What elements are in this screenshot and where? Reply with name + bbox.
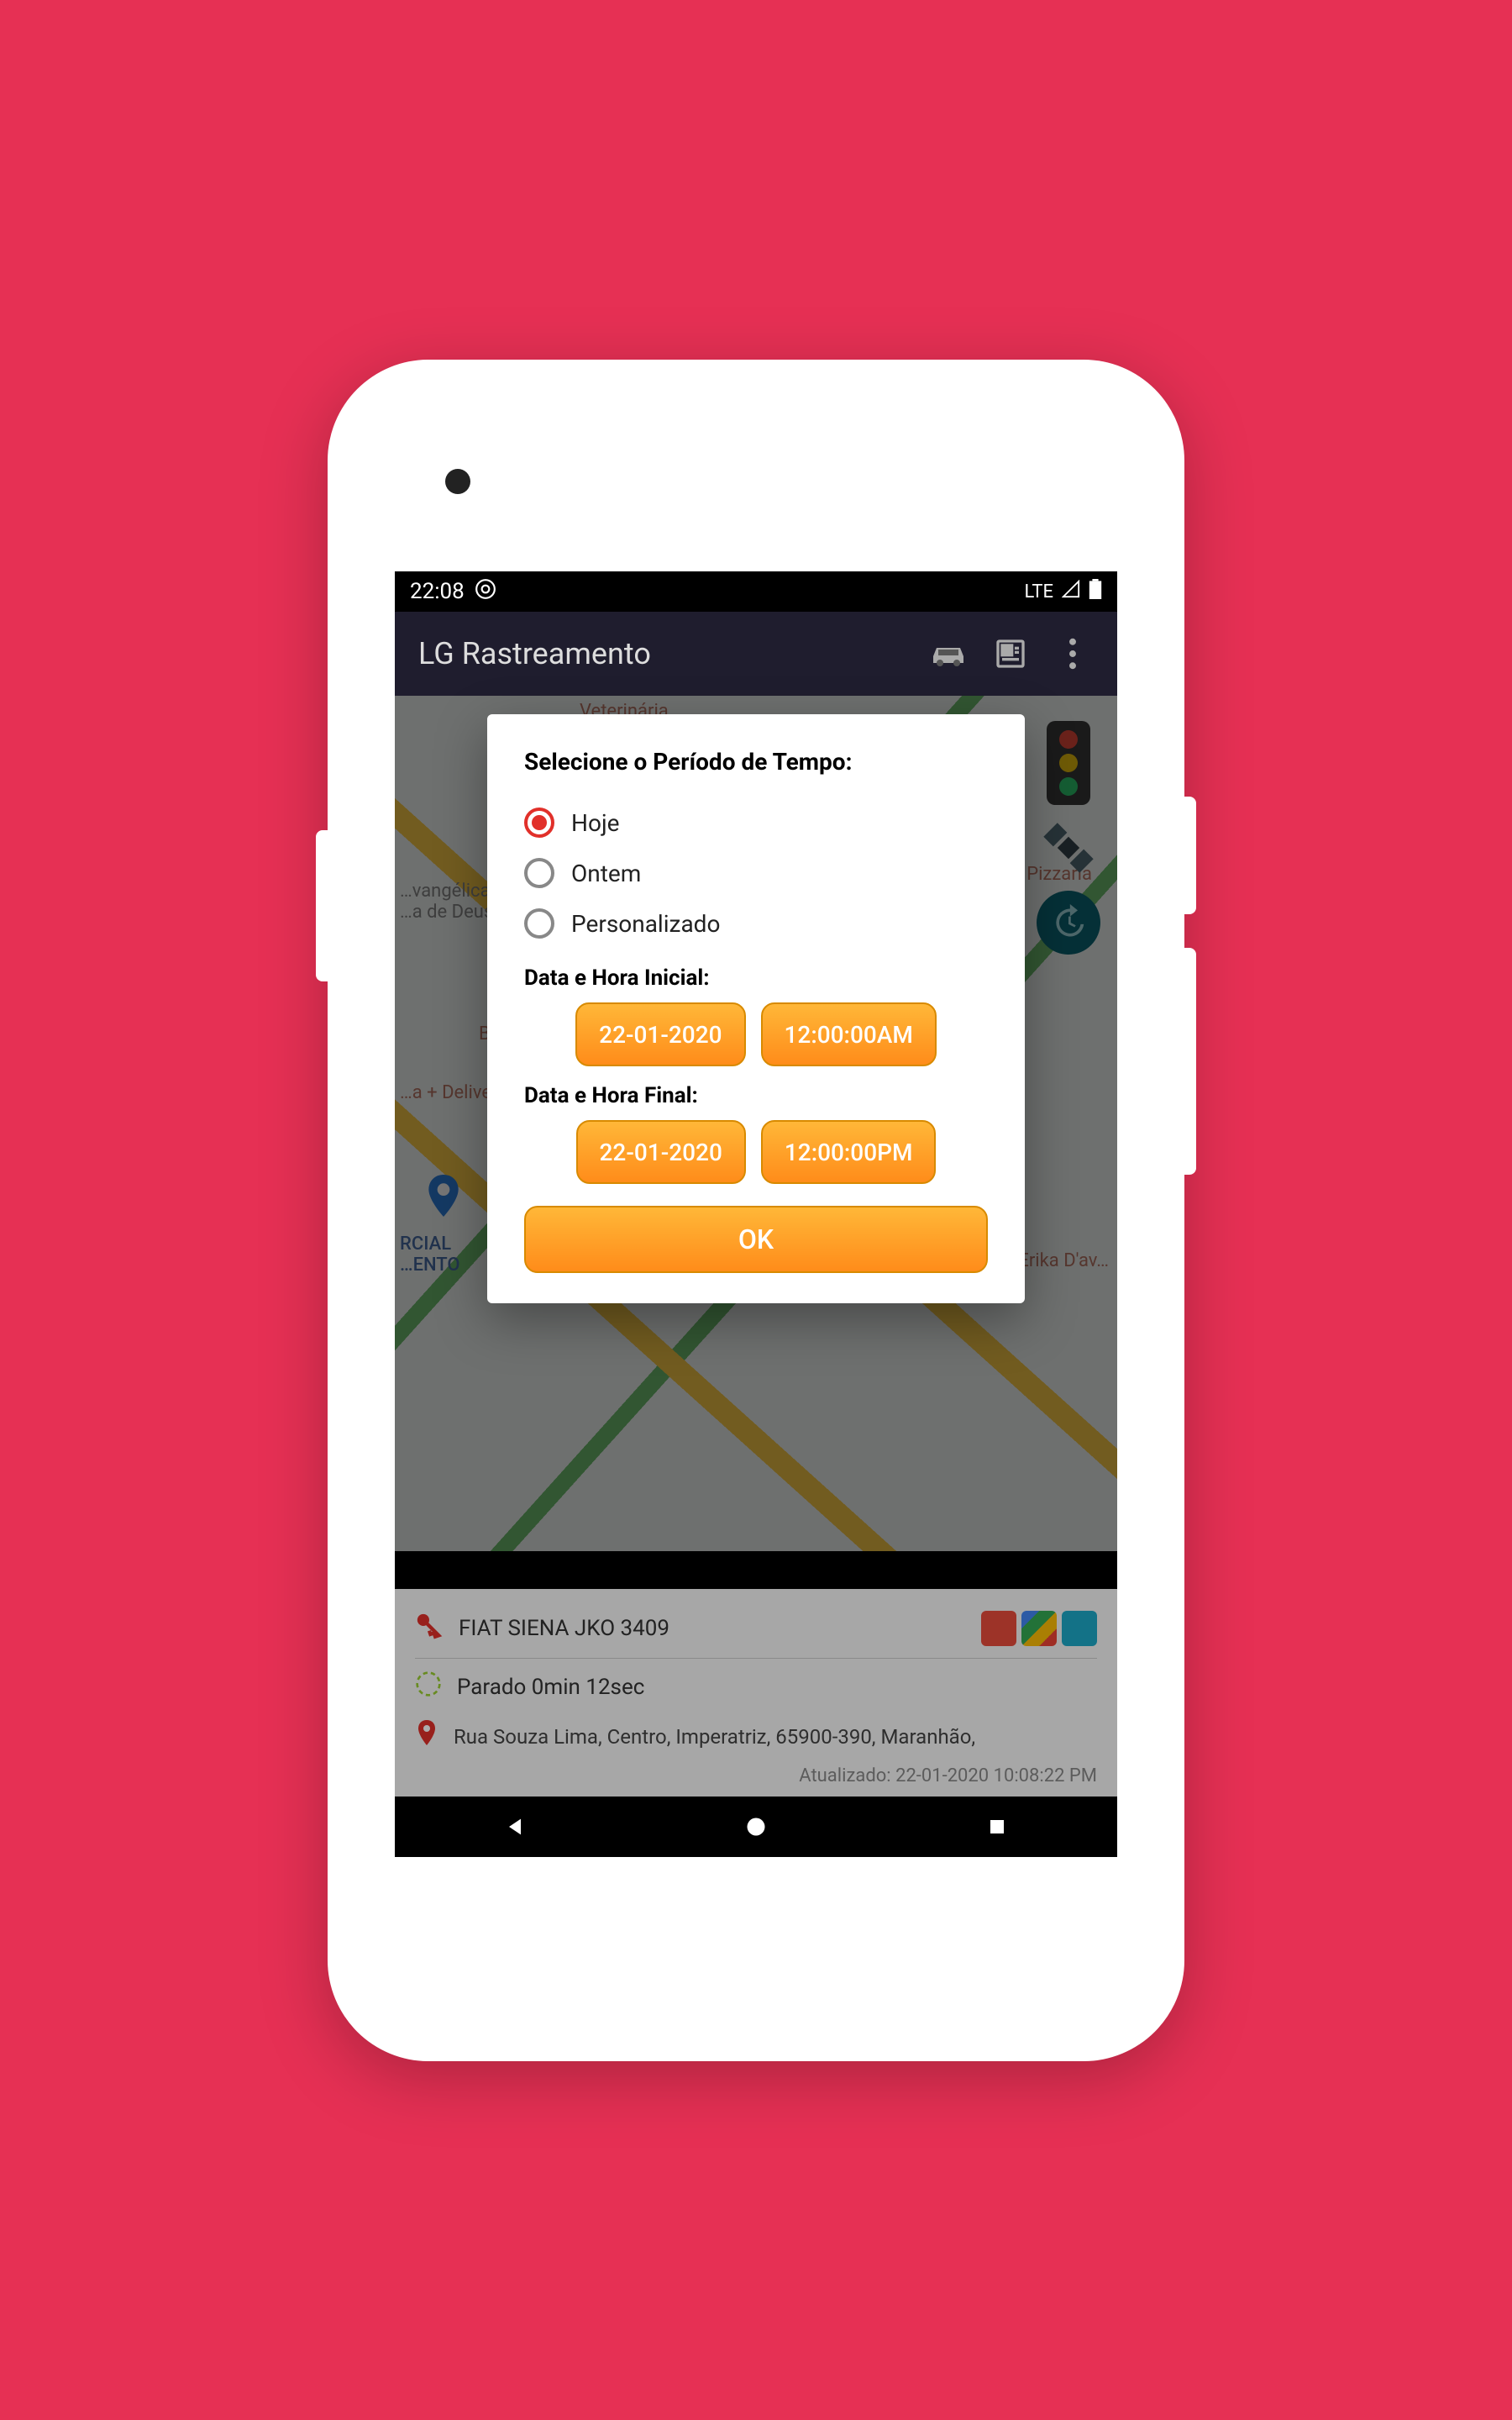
radio-icon [524,858,554,888]
radio-option-personalizado[interactable]: Personalizado [524,898,988,949]
start-datetime-label: Data e Hora Inicial: [524,965,988,991]
end-time-button[interactable]: 12:00:00PM [761,1120,937,1184]
end-date-button[interactable]: 22-01-2020 [576,1120,746,1184]
start-date-button[interactable]: 22-01-2020 [575,1002,745,1066]
time-period-dialog: Selecione o Período de Tempo: Hoje Ontem… [487,714,1025,1303]
dialog-container: Selecione o Período de Tempo: Hoje Ontem… [395,571,1117,1857]
radio-label: Personalizado [571,910,720,938]
phone-frame: 22:08 LTE LG Rastreamento [328,360,1184,2061]
radio-label: Hoje [571,809,620,837]
radio-icon [524,808,554,838]
radio-option-ontem[interactable]: Ontem [524,848,988,898]
ok-button[interactable]: OK [524,1206,988,1273]
start-time-button[interactable]: 12:00:00AM [761,1002,937,1066]
radio-icon [524,908,554,939]
screen: 22:08 LTE LG Rastreamento [395,571,1117,1857]
dialog-title: Selecione o Período de Tempo: [524,748,988,776]
end-datetime-label: Data e Hora Final: [524,1083,988,1108]
radio-label: Ontem [571,860,641,887]
radio-option-hoje[interactable]: Hoje [524,797,988,848]
